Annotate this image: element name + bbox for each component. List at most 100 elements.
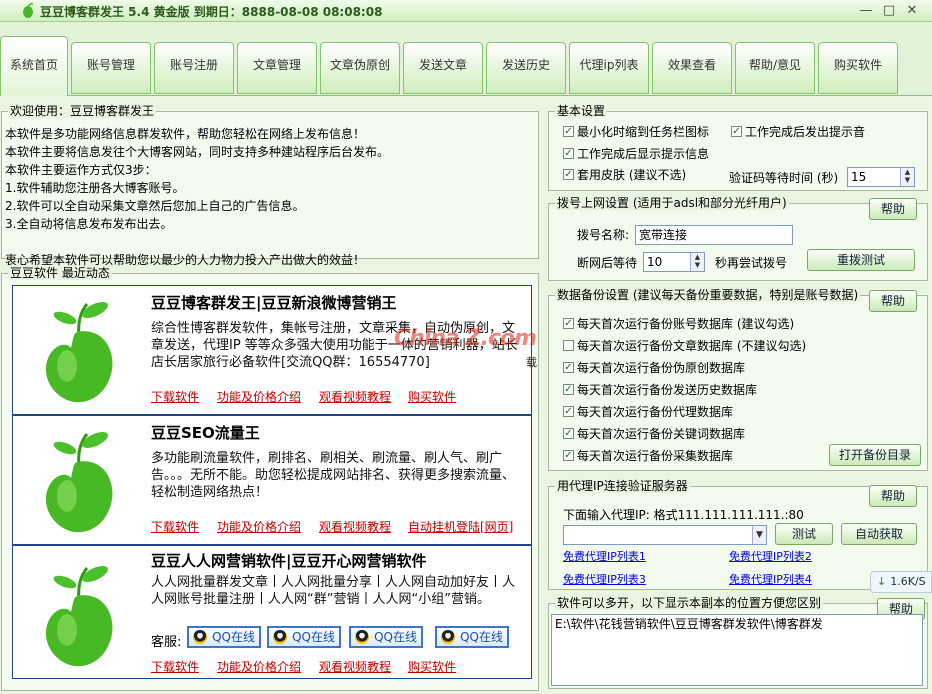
- free-proxy-list-2-link[interactable]: 免费代理IP列表2: [729, 548, 812, 564]
- backup-pseudo-checkbox[interactable]: ✓: [563, 362, 574, 373]
- video-tutorial-link[interactable]: 观看视频教程: [319, 658, 391, 675]
- qq-penguin-icon: [441, 630, 455, 644]
- welcome-line: 3.全自动将信息发布发布出去。: [5, 217, 173, 231]
- dropdown-arrow-icon[interactable]: ▼: [752, 526, 766, 544]
- free-proxy-list-1-link[interactable]: 免费代理IP列表1: [563, 548, 646, 564]
- welcome-line: 2.软件可以全自动采集文章然后您加上自己的广告信息。: [5, 199, 305, 213]
- qq-label: QQ在线: [212, 630, 255, 644]
- window-title: 豆豆博客群发王 5.4 黄金版 到期日：8888-08-08 08:08:08: [40, 5, 383, 19]
- skin-label: 套用皮肤 (建议不选): [577, 168, 687, 182]
- finish-message-checkbox[interactable]: ✓: [563, 148, 574, 159]
- backup-panel: 数据备份设置 (建议每天备份重要数据，特别是账号数据) 帮助 ✓ 每天首次运行备…: [548, 288, 928, 471]
- dial-wait-suffix: 秒再尝试拨号: [715, 256, 788, 270]
- dialup-help-button[interactable]: 帮助: [869, 198, 917, 220]
- basic-settings-title: 基本设置: [555, 104, 608, 118]
- backup-accounts-label: 每天首次运行备份账号数据库 (建议勾选): [577, 317, 795, 331]
- multi-instance-panel: 软件可以多开，以下显示本副本的位置方便您区别 帮助 E:\软件\花钱营销软件\豆…: [548, 596, 928, 689]
- proxy-test-button[interactable]: 测试: [775, 523, 833, 545]
- tab-buy[interactable]: 购买软件: [818, 42, 898, 94]
- proxy-help-button[interactable]: 帮助: [869, 485, 917, 507]
- qq-online-button[interactable]: QQ在线: [267, 626, 341, 648]
- buy-software-link[interactable]: 购买软件: [408, 658, 456, 675]
- dial-wait-value: 10: [647, 255, 663, 269]
- minimize-button[interactable]: —: [856, 3, 876, 19]
- qq-online-button[interactable]: QQ在线: [349, 626, 423, 648]
- app-logo-icon: [23, 3, 34, 18]
- finish-sound-checkbox[interactable]: ✓: [731, 126, 742, 137]
- free-proxy-list-3-link[interactable]: 免费代理IP列表3: [563, 571, 646, 587]
- close-button[interactable]: ✕: [902, 3, 922, 19]
- download-link[interactable]: 下载软件: [151, 388, 199, 405]
- dialup-panel: 拨号上网设置 (适用于adsl和部分光纤用户) 帮助 拨号名称: 宽带连接 断网…: [548, 196, 928, 281]
- spinner-arrows-icon[interactable]: ▲ ▼: [900, 168, 914, 186]
- features-price-link[interactable]: 功能及价格介绍: [217, 518, 301, 535]
- spinner-arrows-icon[interactable]: ▲ ▼: [690, 253, 704, 271]
- tab-home[interactable]: 系统首页: [0, 36, 68, 96]
- backup-proxy-checkbox[interactable]: ✓: [563, 406, 574, 417]
- watermark: China Z.com: [394, 326, 537, 351]
- backup-articles-checkbox[interactable]: [563, 340, 574, 351]
- backup-collect-checkbox[interactable]: ✓: [563, 450, 574, 461]
- welcome-panel: 欢迎使用：豆豆博客群发王 本软件是多功能网络信息群发软件，帮助您轻松在网络上发布…: [1, 104, 539, 267]
- instance-path-textbox[interactable]: E:\软件\花钱营销软件\豆豆博客群发软件\博客群发: [551, 614, 923, 686]
- speed-indicator: ↓ 1.6K/S: [870, 571, 932, 593]
- qq-label: QQ在线: [460, 630, 503, 644]
- tab-history[interactable]: 发送历史: [486, 42, 566, 94]
- buy-software-link[interactable]: 购买软件: [408, 388, 456, 405]
- skin-checkbox[interactable]: ✓: [563, 169, 574, 180]
- captcha-wait-value: 15: [851, 170, 867, 184]
- card-title: 豆豆人人网营销软件|豆豆开心网营销软件: [151, 552, 427, 570]
- tab-send[interactable]: 发送文章: [403, 42, 483, 94]
- news-title: 豆豆软件 最近动态: [8, 266, 112, 280]
- proxy-ip-combobox[interactable]: ▼: [563, 525, 767, 545]
- backup-collect-label: 每天首次运行备份采集数据库: [577, 449, 734, 463]
- download-link[interactable]: 下载软件: [151, 518, 199, 535]
- qq-online-button[interactable]: QQ在线: [435, 626, 509, 648]
- captcha-wait-spinner[interactable]: 15 ▲ ▼: [847, 167, 915, 187]
- dial-wait-label: 断网后等待: [577, 256, 638, 270]
- welcome-line: 本软件主要运作方式仅3步：: [5, 163, 157, 177]
- welcome-line: 本软件是多功能网络信息群发软件，帮助您轻松在网络上发布信息！: [5, 127, 366, 141]
- features-price-link[interactable]: 功能及价格介绍: [217, 658, 301, 675]
- dial-wait-spinner[interactable]: 10 ▲ ▼: [643, 252, 705, 272]
- tab-proxy-list[interactable]: 代理ip列表: [569, 42, 649, 94]
- bean-logo-icon: [45, 565, 113, 667]
- backup-help-button[interactable]: 帮助: [869, 290, 917, 312]
- tab-pseudo-original[interactable]: 文章伪原创: [320, 42, 400, 94]
- dial-name-label: 拨号名称:: [577, 228, 630, 242]
- welcome-text: 本软件是多功能网络信息群发软件，帮助您轻松在网络上发布信息！ 本软件主要将信息发…: [5, 125, 535, 269]
- auto-login-link[interactable]: 自动挂机登陆[网页]: [408, 518, 513, 535]
- backup-keywords-checkbox[interactable]: ✓: [563, 428, 574, 439]
- video-tutorial-link[interactable]: 观看视频教程: [319, 388, 391, 405]
- tab-accounts[interactable]: 账号管理: [71, 42, 151, 94]
- card-description: 多功能刷流量软件，刷排名、刷相关、刷流量、刷人气、刷广告。。。无所不能。助您轻松…: [151, 451, 516, 500]
- minimize-tray-checkbox[interactable]: ✓: [563, 126, 574, 137]
- tab-register[interactable]: 账号注册: [154, 42, 234, 94]
- tab-articles[interactable]: 文章管理: [237, 42, 317, 94]
- free-proxy-list-4-link[interactable]: 免费代理IP列表4: [729, 571, 812, 587]
- card-title: 豆豆SEO流量王: [151, 424, 260, 442]
- tab-results[interactable]: 效果查看: [652, 42, 732, 94]
- backup-pseudo-label: 每天首次运行备份伪原创数据库: [577, 361, 746, 375]
- qq-online-button[interactable]: QQ在线: [187, 626, 261, 648]
- video-tutorial-link[interactable]: 观看视频教程: [319, 518, 391, 535]
- captcha-wait-label: 验证码等待时间 (秒): [729, 171, 839, 185]
- finish-sound-label: 工作完成后发出提示音: [745, 125, 866, 139]
- qq-label: QQ在线: [292, 630, 335, 644]
- finish-message-label: 工作完成后显示提示信息: [577, 147, 710, 161]
- download-arrow-icon: ↓: [877, 575, 887, 588]
- dial-name-input[interactable]: 宽带连接: [635, 225, 793, 245]
- backup-keywords-label: 每天首次运行备份关键词数据库: [577, 427, 746, 441]
- backup-accounts-checkbox[interactable]: ✓: [563, 318, 574, 329]
- proxy-auto-fetch-button[interactable]: 自动获取: [841, 523, 917, 545]
- features-price-link[interactable]: 功能及价格介绍: [217, 388, 301, 405]
- product-card-2: 豆豆SEO流量王 多功能刷流量软件，刷排名、刷相关、刷流量、刷人气、刷广告。。。…: [12, 415, 532, 545]
- multi-instance-title: 软件可以多开，以下显示本副本的位置方便您区别: [555, 596, 824, 610]
- open-backup-folder-button[interactable]: 打开备份目录: [829, 444, 921, 466]
- maximize-button[interactable]: □: [879, 3, 899, 19]
- service-label: 客服:: [151, 635, 182, 650]
- backup-history-checkbox[interactable]: ✓: [563, 384, 574, 395]
- download-link[interactable]: 下载软件: [151, 658, 199, 675]
- redial-test-button[interactable]: 重拨测试: [807, 249, 915, 271]
- tab-help[interactable]: 帮助/意见: [735, 42, 815, 94]
